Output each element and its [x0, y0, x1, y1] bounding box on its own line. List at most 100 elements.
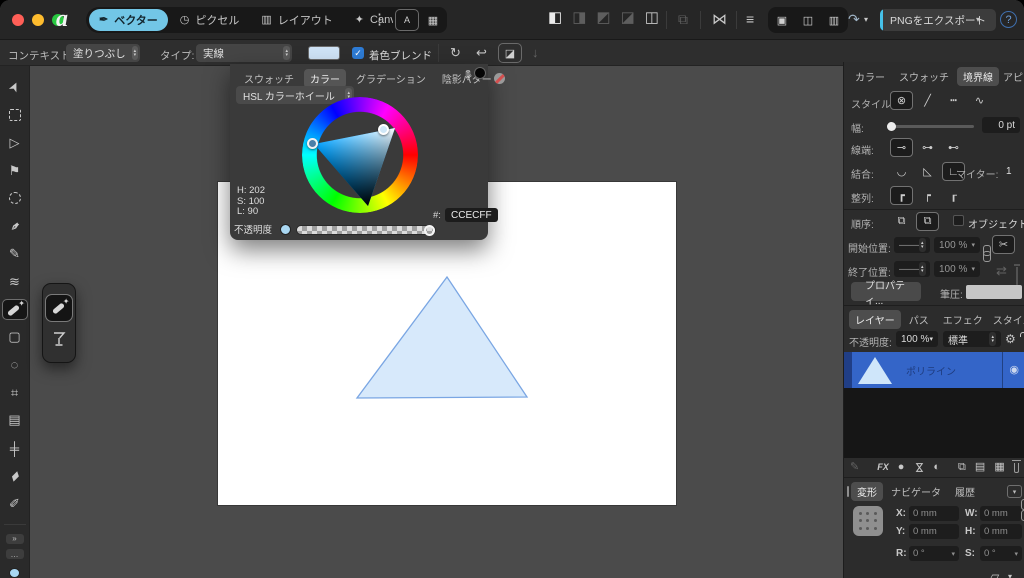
mask-icon[interactable]: ● — [898, 462, 905, 473]
fx-icon[interactable]: FX — [877, 463, 889, 472]
live-filter-icon[interactable]: ◐ — [933, 462, 940, 473]
panel-drag-handle[interactable] — [847, 486, 849, 497]
line-type-select[interactable]: 実線 ▴▾ — [196, 44, 292, 62]
export-dropdown-icon[interactable]: ▾ — [976, 16, 980, 24]
end-percent-select[interactable]: 100 % ▾ — [934, 261, 980, 277]
fill-tool-flyout-item[interactable]: ✦ — [46, 295, 72, 321]
snapping-hook-icon[interactable]: ↷ — [848, 12, 860, 26]
tint-blend-checkbox[interactable]: ✓ — [352, 47, 364, 59]
layer-opacity-select[interactable]: 100 % ▾ — [896, 331, 938, 347]
panel-chevron-icon[interactable]: ▾ — [1007, 485, 1022, 498]
revert-arrow-icon[interactable]: ↩ — [476, 46, 487, 59]
group-folder-icon[interactable]: ▤ — [975, 462, 985, 473]
miter-value[interactable]: 1 — [1006, 166, 1012, 177]
tab-colour[interactable]: カラー — [849, 67, 891, 86]
edit-layer-icon[interactable]: ✎ — [850, 462, 859, 473]
fill-tool[interactable]: ✦ — [3, 300, 27, 319]
tab-appearance[interactable]: アピアラ — [1001, 67, 1024, 86]
persona-tab-pixel[interactable]: ◷ ピクセル — [170, 9, 250, 31]
fill-behind-toggle-icon[interactable]: ◪ — [498, 43, 522, 63]
start-line-select[interactable]: —— ▴▾ — [894, 237, 930, 253]
minimize-window-button[interactable] — [32, 14, 44, 26]
tab-gradient[interactable]: グラデーション — [350, 69, 432, 88]
layer-thumbnail[interactable] — [858, 357, 892, 384]
flip-horizontal-icon[interactable]: ⋈ — [712, 12, 727, 27]
opacity-slider[interactable] — [296, 225, 436, 235]
picked-color-chip[interactable] — [474, 67, 486, 79]
persona-tab-layout[interactable]: ▥ レイアウト — [251, 9, 342, 31]
tab-layers[interactable]: レイヤー — [849, 310, 901, 329]
layer-list[interactable]: ポリライン ◉ — [844, 352, 1024, 458]
width-slider[interactable] — [888, 125, 974, 128]
vector-brush-tool[interactable]: ≋ — [3, 272, 27, 291]
artboard-tool[interactable] — [3, 106, 27, 125]
boolean-subtract-icon[interactable]: ◨ — [572, 10, 586, 25]
boolean-intersect-icon[interactable]: ◩ — [596, 10, 610, 25]
tab-navigator[interactable]: ナビゲータ — [885, 482, 947, 501]
adjustment-tool[interactable]: ╪ — [3, 439, 27, 458]
grid-view-button[interactable]: ▦ — [421, 9, 445, 31]
join-round-button[interactable]: ◡ — [890, 162, 913, 181]
transform-mode-icon[interactable]: ▱ — [990, 570, 999, 578]
anchor-point-selector[interactable] — [853, 506, 883, 536]
boolean-divide-icon[interactable]: ◪ — [621, 10, 635, 25]
w-field[interactable]: 0 mm — [980, 506, 1022, 521]
pen-tool[interactable]: ✒ — [3, 217, 27, 236]
insert-inside-icon[interactable]: ▥ — [822, 9, 846, 31]
opacity-slider-handle[interactable] — [424, 225, 435, 236]
h-field[interactable]: 0 mm — [980, 524, 1022, 539]
cap-butt-button[interactable]: ⊸ — [890, 138, 913, 157]
pressure-diamond-button[interactable]: ◇ — [1018, 235, 1024, 254]
gradient-tool[interactable]: ▰ — [3, 467, 27, 486]
end-line-select[interactable]: —— ▴▾ — [894, 261, 930, 277]
boolean-combine-icon[interactable]: ◫ — [645, 10, 659, 25]
color-picker-tool[interactable]: ✐ — [3, 494, 27, 513]
delete-icon[interactable] — [1016, 267, 1018, 285]
stroke-color-swatch[interactable] — [308, 46, 340, 60]
boolean-add-icon[interactable]: ◧ — [548, 10, 562, 25]
place-image-tool[interactable]: ▤ — [3, 411, 27, 430]
node-tool[interactable]: ▷ — [3, 134, 27, 153]
contour-tool[interactable]: ⚑ — [3, 161, 27, 180]
layer-row-selected[interactable]: ポリライン ◉ — [844, 352, 1024, 388]
more-menu-icon[interactable]: ⋮ — [372, 12, 387, 27]
scissors-button[interactable]: ✂ — [992, 235, 1015, 254]
adjustment-icon[interactable]: ⋈ — [913, 462, 924, 473]
style-texture-button[interactable]: ∿ — [968, 91, 991, 110]
mesh-warp-tool[interactable]: ⌗ — [3, 383, 27, 402]
rotate-icon[interactable]: ↻ — [450, 46, 461, 59]
start-percent-select[interactable]: 100 % ▾ — [934, 237, 980, 253]
transform-mode-dropdown-icon[interactable]: ▾ — [1008, 573, 1012, 578]
cap-square-button[interactable]: ⊷ — [942, 138, 965, 157]
close-window-button[interactable] — [12, 14, 24, 26]
properties-button[interactable]: プロパティ... — [851, 282, 921, 301]
saturation-lightness-handle[interactable] — [378, 124, 389, 135]
saturation-lightness-triangle[interactable] — [302, 97, 418, 213]
persona-tab-vector[interactable]: ✒ ベクター — [89, 9, 168, 31]
snapping-dropdown-icon[interactable]: ▾ — [864, 16, 868, 24]
selection-brush-tool[interactable] — [3, 189, 27, 208]
smart-select-tool[interactable]: ◌ — [3, 356, 27, 375]
tab-effects[interactable]: エフェク — [937, 310, 989, 329]
y-field[interactable]: 0 mm — [909, 524, 959, 539]
expand-toolbar-button[interactable]: » — [6, 534, 24, 544]
move-to-front-icon[interactable]: ▣ — [770, 9, 794, 31]
width-slider-knob[interactable] — [887, 122, 896, 131]
tab-swatches[interactable]: スウォッチ — [893, 67, 955, 86]
shear-field[interactable]: 0 ° ▾ — [980, 546, 1022, 561]
context-select[interactable]: 塗りつぶし ▴▾ — [66, 44, 140, 62]
insert-inside-icon[interactable]: ⧉ — [958, 462, 966, 473]
cap-round-button[interactable]: ⊶ — [916, 138, 939, 157]
rectangle-tool[interactable]: ▢ — [3, 328, 27, 347]
hex-input[interactable]: CCECFF — [445, 208, 498, 222]
delete-layer-icon[interactable] — [1014, 463, 1019, 473]
align-center-button[interactable]: ┏ — [890, 186, 913, 205]
pattern-icon[interactable]: ▦ — [994, 462, 1004, 473]
artboard-view-button[interactable]: A — [395, 9, 419, 31]
blend-mode-select[interactable]: 標準 ▴▾ — [943, 331, 1001, 347]
hue-handle[interactable] — [307, 138, 318, 149]
gear-icon[interactable]: ⚙ — [1005, 333, 1016, 345]
width-value-field[interactable]: 0 pt — [982, 117, 1020, 133]
current-color-chip[interactable] — [9, 568, 20, 578]
style-dash-button[interactable]: ┅ — [942, 91, 965, 110]
